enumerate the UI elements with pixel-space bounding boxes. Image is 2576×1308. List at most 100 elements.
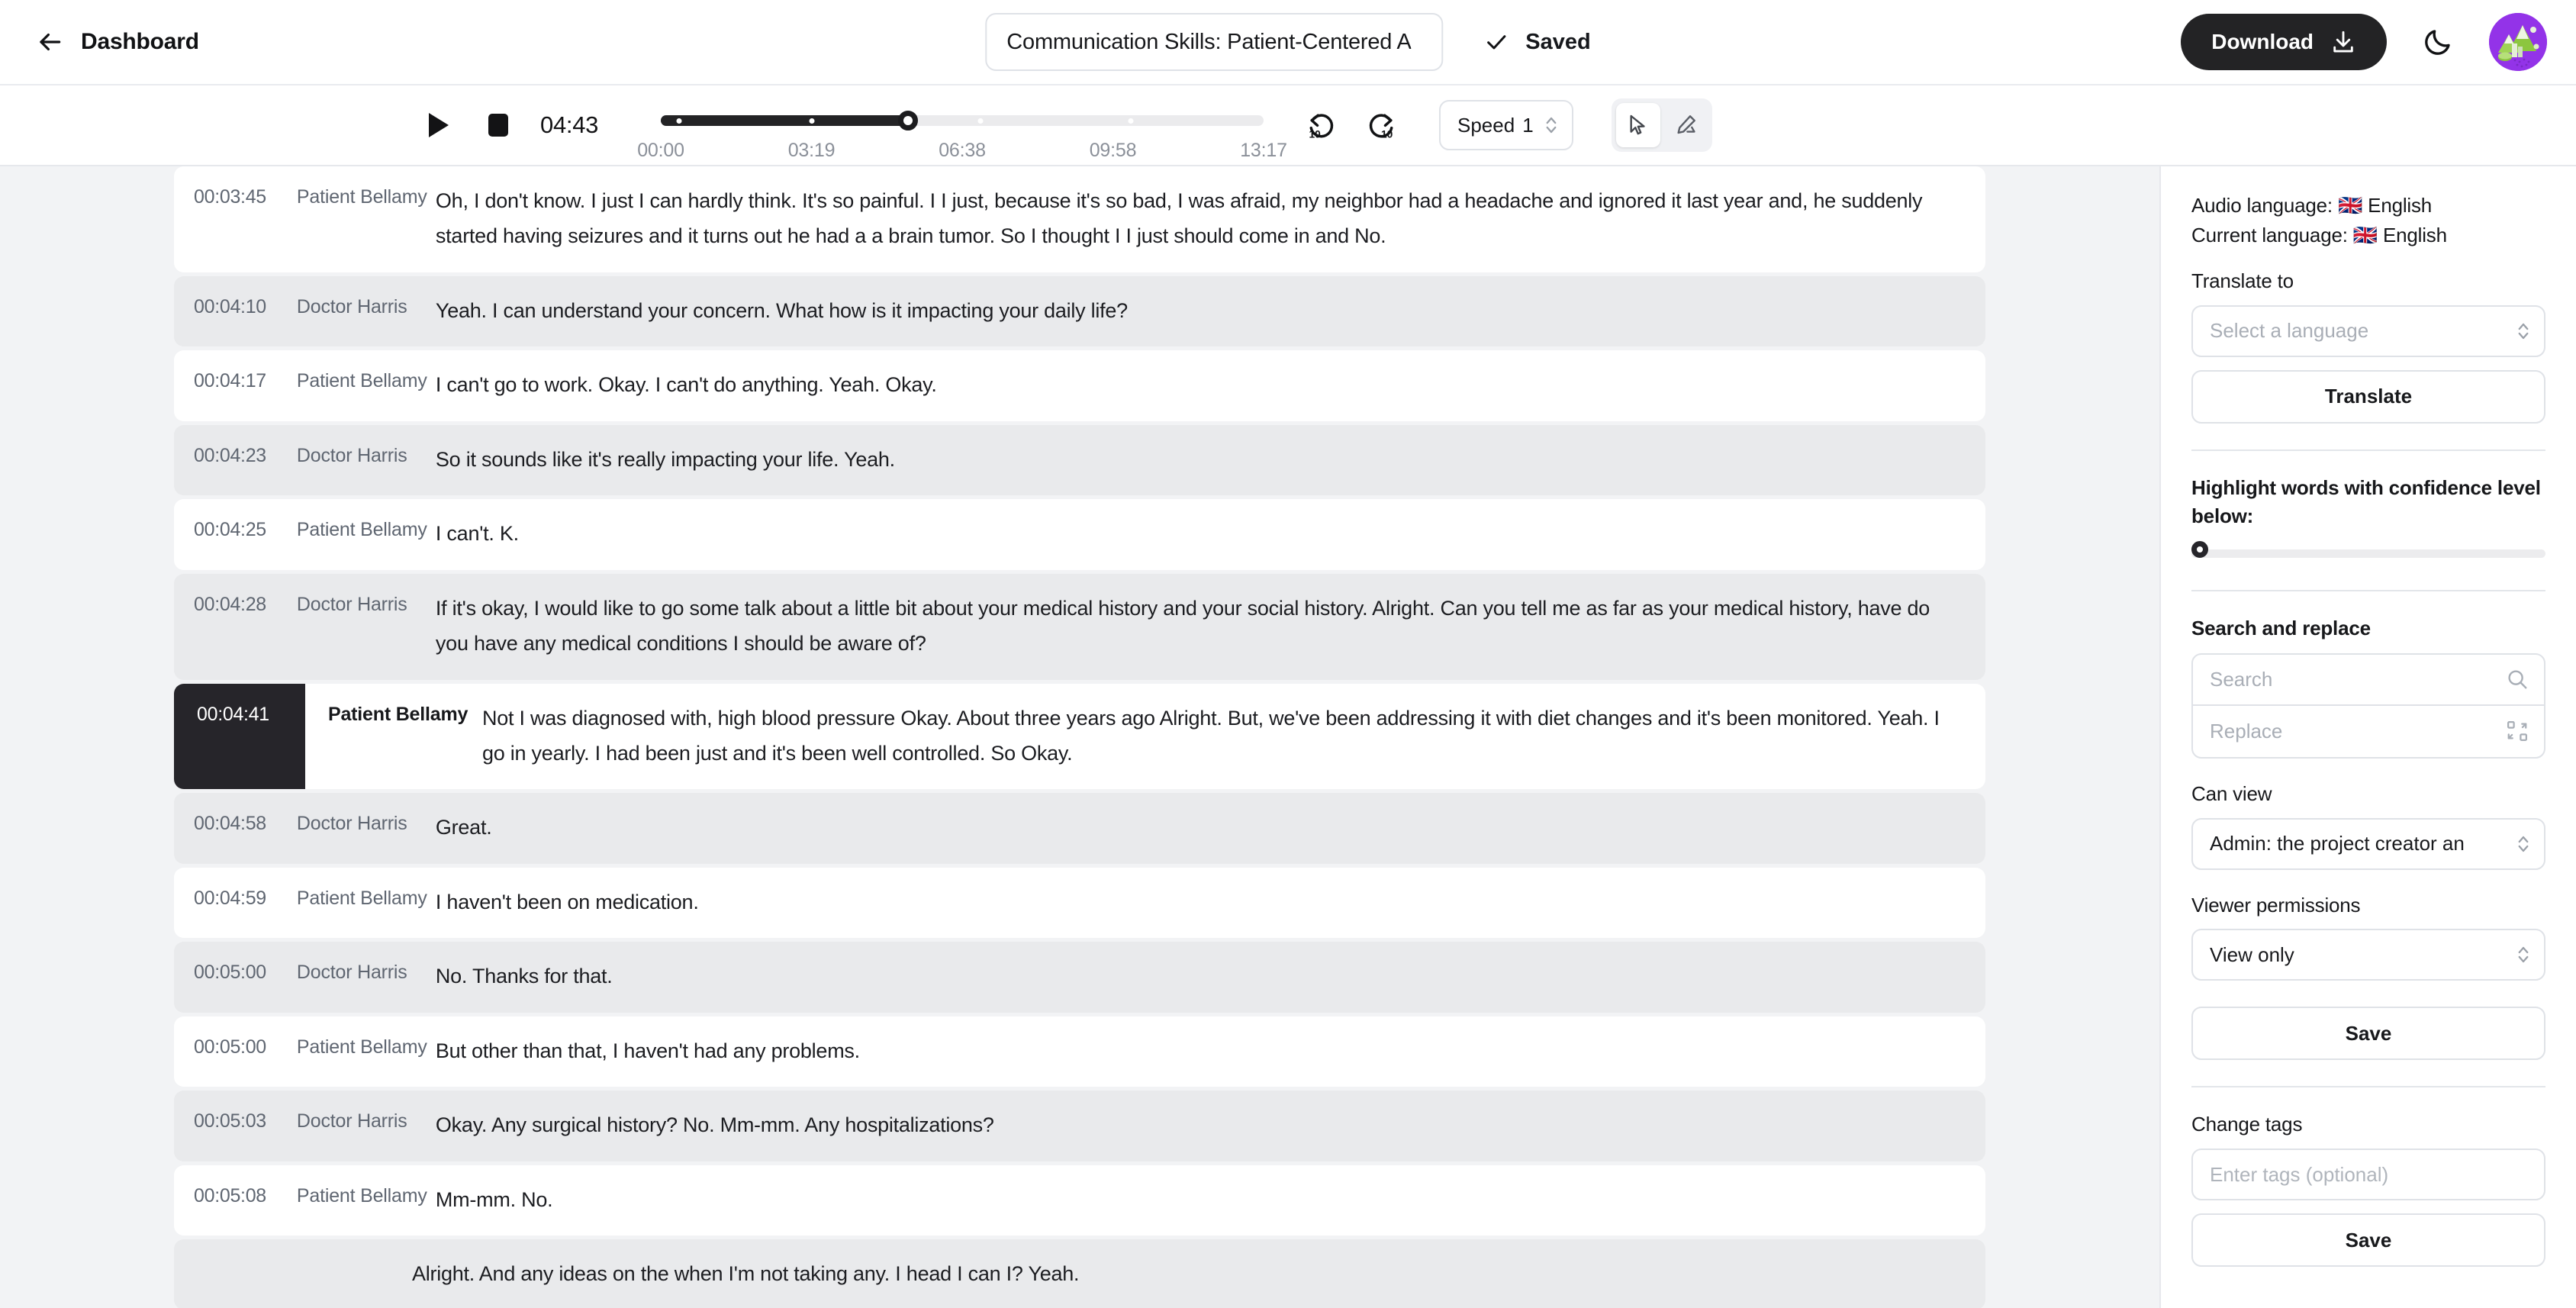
project-title-input[interactable]: Communication Skills: Patient-Centered A — [985, 13, 1444, 71]
transcript-text[interactable]: Oh, I don't know. I just I can hardly th… — [436, 166, 1985, 272]
transcript-row[interactable]: 00:04:23 Doctor Harris So it sounds like i… — [174, 424, 1985, 496]
transcript-text[interactable]: Okay. Any surgical history? No. Mm-mm. A… — [436, 1091, 1985, 1161]
transcript-timestamp[interactable]: 00:04:59 — [174, 868, 266, 938]
tags-field[interactable] — [2191, 1149, 2545, 1201]
transcript-timestamp[interactable]: 00:04:10 — [174, 276, 266, 346]
moon-icon — [2425, 30, 2450, 55]
top-header: Dashboard Communication Skills: Patient-… — [0, 0, 2576, 85]
transcript-row[interactable]: 00:05:08 Patient Bellamy Mm-mm. No. — [174, 1165, 1985, 1236]
confidence-slider-thumb[interactable] — [2191, 540, 2208, 558]
transcript-speaker[interactable]: Doctor Harris — [266, 425, 436, 495]
transcript-timestamp[interactable]: 00:04:17 — [174, 350, 266, 420]
transcript-speaker[interactable]: Patient Bellamy — [305, 684, 475, 790]
transcript-pane[interactable]: 00:03:45 Patient Bellamy Oh, I don't know.… — [0, 166, 2159, 1308]
transcript-row[interactable]: 00:04:28 Doctor Harris If it's okay, I wou… — [174, 573, 1985, 680]
play-button[interactable] — [418, 105, 459, 146]
skip-forward-10-button[interactable]: 10 — [1364, 108, 1398, 142]
transcript-speaker[interactable]: Patient Bellamy — [266, 499, 436, 569]
transcript-speaker[interactable]: Doctor Harris — [266, 276, 436, 346]
transcript-text[interactable]: I can't go to work. Okay. I can't do any… — [436, 350, 1985, 420]
search-icon[interactable] — [2506, 668, 2529, 691]
transcript-speaker[interactable]: Doctor Harris — [266, 793, 436, 863]
download-button[interactable]: Download — [2181, 14, 2387, 70]
transcript-speaker[interactable]: Patient Bellamy — [266, 166, 436, 272]
confidence-slider[interactable] — [2191, 540, 2545, 564]
timeline-marker-dot — [809, 118, 814, 124]
transcript-timestamp[interactable]: 00:05:00 — [174, 942, 266, 1012]
search-input[interactable] — [2210, 667, 2498, 691]
transcript-timestamp[interactable]: 00:05:00 — [174, 1016, 266, 1087]
transcript-speaker[interactable]: Patient Bellamy — [266, 1016, 436, 1087]
replace-input[interactable] — [2210, 719, 2498, 743]
transcript-row[interactable]: 00:05:03 Doctor Harris Okay. Any surgical … — [174, 1091, 1985, 1161]
viewer-permissions-select[interactable]: View only — [2191, 929, 2545, 981]
translate-button[interactable]: Translate — [2191, 369, 2545, 424]
transcript-speaker[interactable] — [243, 1239, 412, 1308]
back-label: Dashboard — [81, 29, 199, 54]
current-language-value: 🇬🇧 English — [2352, 224, 2447, 246]
transcript-row[interactable]: Alright. And any ideas on the when I'm n… — [174, 1239, 1985, 1308]
transcript-row[interactable]: 00:05:00 Patient Bellamy But other than th… — [174, 1016, 1985, 1087]
transcript-speaker[interactable]: Patient Bellamy — [266, 1165, 436, 1236]
transcript-timestamp[interactable] — [174, 1239, 243, 1308]
transcript-text[interactable]: Great. — [436, 793, 1985, 863]
current-time: 04:43 — [540, 111, 599, 138]
search-field-row[interactable] — [2193, 655, 2544, 706]
cursor-tool-button[interactable] — [1616, 103, 1660, 147]
transcript-row[interactable]: 00:04:59 Patient Bellamy I haven't been on… — [174, 867, 1985, 939]
transcript-row[interactable]: 00:04:25 Patient Bellamy I can't. K. — [174, 499, 1985, 570]
avatar[interactable] — [2489, 13, 2547, 71]
save-permissions-button[interactable]: Save — [2191, 1007, 2545, 1061]
tags-input[interactable] — [2210, 1162, 2527, 1187]
timeline[interactable]: 00:00 03:19 06:38 09:58 13:17 — [637, 85, 1287, 166]
transcript-text[interactable]: But other than that, I haven't had any p… — [436, 1016, 1985, 1087]
transcript-row-active[interactable]: 00:04:41 Patient Bellamy Not I was diagnos… — [174, 683, 1985, 790]
transcript-timestamp[interactable]: 00:03:45 — [174, 166, 266, 272]
transcript-text[interactable]: If it's okay, I would like to go some ta… — [436, 574, 1985, 680]
svg-text:10: 10 — [1381, 129, 1393, 140]
search-replace-label: Search and replace — [2191, 616, 2371, 640]
can-view-value: Admin: the project creator an — [2210, 832, 2465, 855]
download-icon — [2333, 31, 2353, 53]
transcript-row[interactable]: 00:04:17 Patient Bellamy I can't go to wor… — [174, 350, 1985, 421]
transcript-speaker[interactable]: Doctor Harris — [266, 942, 436, 1012]
stop-button[interactable] — [478, 105, 519, 146]
transcript-timestamp[interactable]: 00:04:23 — [174, 425, 266, 495]
transcript-row[interactable]: 00:04:58 Doctor Harris Great. — [174, 793, 1985, 864]
transcript-speaker[interactable]: Doctor Harris — [266, 574, 436, 680]
back-to-dashboard-button[interactable]: Dashboard — [35, 27, 199, 56]
timeline-tick-label: 00:00 — [637, 140, 684, 161]
dark-mode-toggle[interactable] — [2419, 23, 2457, 61]
transcript-row[interactable]: 00:03:45 Patient Bellamy Oh, I don't know.… — [174, 166, 1985, 272]
confidence-slider-track[interactable] — [2191, 549, 2545, 558]
translate-language-select[interactable]: Select a language — [2191, 304, 2545, 357]
speed-select[interactable]: Speed 1 — [1439, 100, 1573, 150]
timeline-thumb[interactable] — [897, 111, 918, 130]
transcript-text[interactable]: I can't. K. — [436, 499, 1985, 569]
transcript-timestamp[interactable]: 00:04:25 — [174, 499, 266, 569]
transcript-text[interactable]: I haven't been on medication. — [436, 868, 1985, 938]
transcript-timestamp[interactable]: 00:05:03 — [174, 1091, 266, 1161]
transcript-text[interactable]: No. Thanks for that. — [436, 942, 1985, 1012]
skip-back-10-button[interactable]: 10 — [1305, 108, 1338, 142]
transcript-text[interactable]: Not I was diagnosed with, high blood pre… — [475, 684, 1985, 790]
transcript-speaker[interactable]: Patient Bellamy — [266, 868, 436, 938]
arrow-left-icon — [40, 33, 61, 51]
transcript-timestamp[interactable]: 00:04:28 — [174, 574, 266, 680]
save-tags-button[interactable]: Save — [2191, 1213, 2545, 1268]
transcript-text[interactable]: Yeah. I can understand your concern. Wha… — [436, 276, 1985, 346]
replace-icon[interactable] — [2506, 720, 2529, 743]
transcript-text[interactable]: Alright. And any ideas on the when I'm n… — [412, 1239, 1985, 1308]
replace-field-row[interactable] — [2193, 706, 2544, 757]
transcript-text[interactable]: Mm-mm. No. — [436, 1165, 1985, 1236]
highlighter-tool-button[interactable] — [1663, 103, 1708, 147]
transcript-row[interactable]: 00:05:00 Doctor Harris No. Thanks for that… — [174, 942, 1985, 1013]
transcript-speaker[interactable]: Doctor Harris — [266, 1091, 436, 1161]
transcript-timestamp[interactable]: 00:04:58 — [174, 793, 266, 863]
can-view-select[interactable]: Admin: the project creator an — [2191, 817, 2545, 870]
transcript-timestamp[interactable]: 00:04:41 — [174, 683, 305, 790]
transcript-speaker[interactable]: Patient Bellamy — [266, 350, 436, 420]
transcript-text[interactable]: So it sounds like it's really impacting … — [436, 425, 1985, 495]
transcript-timestamp[interactable]: 00:05:08 — [174, 1165, 266, 1236]
transcript-row[interactable]: 00:04:10 Doctor Harris Yeah. I can underst… — [174, 275, 1985, 347]
